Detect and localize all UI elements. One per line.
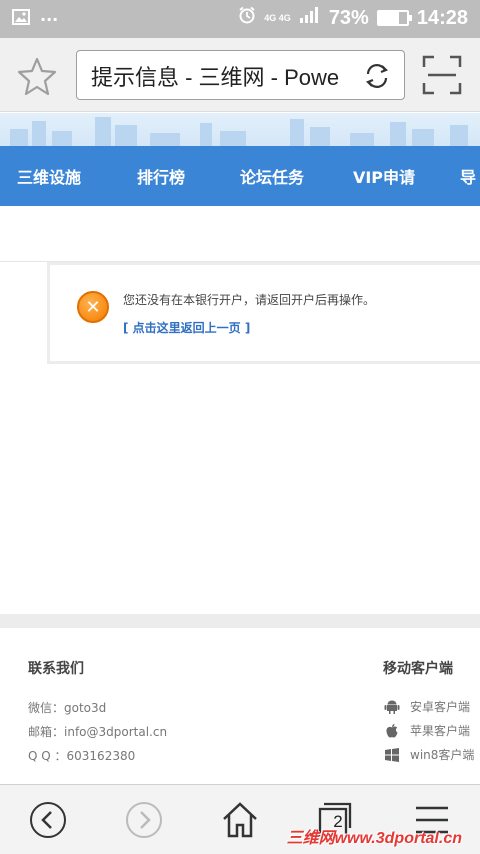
home-icon (223, 802, 257, 838)
apple-icon (384, 723, 400, 739)
status-bar: ··· 4G 4G 73% 14:28 (0, 0, 480, 38)
more-notifications-icon: ··· (40, 9, 59, 29)
mobile-client-heading: 移动客户端 (383, 661, 453, 677)
android-client-label: 安卓客户端 (410, 700, 471, 714)
forward-arrow-icon (126, 802, 162, 838)
main-nav: 三维设施 排行榜 论坛任务 VIP申请 导 (0, 146, 480, 206)
nav-item-rankings[interactable]: 排行榜 (98, 164, 224, 188)
android-icon (384, 699, 400, 715)
forward-button[interactable] (123, 799, 165, 841)
windows-client-label: win8客户端 (410, 748, 475, 762)
nav-item-vip-apply[interactable]: VIP申请 (320, 164, 448, 188)
contact-email[interactable]: 邮箱：info@3dportal.cn (28, 723, 167, 740)
address-bar[interactable]: 提示信息 - 三维网 - Powe (76, 50, 405, 100)
contact-heading: 联系我们 (28, 661, 84, 677)
home-button[interactable] (219, 799, 261, 841)
skyline-decoration (10, 117, 468, 146)
battery-percent: 73% (328, 6, 369, 29)
warning-close-icon: ✕ (77, 291, 109, 323)
back-button[interactable] (27, 799, 69, 841)
footer-divider (0, 614, 480, 628)
nav-item-facilities[interactable]: 三维设施 (0, 164, 98, 188)
battery-icon (376, 10, 412, 26)
site-footer: 联系我们 微信：goto3d 邮箱：info@3dportal.cn Q Q ：… (0, 628, 480, 784)
apple-client-link[interactable]: 苹果客户端 (384, 722, 470, 739)
back-arrow-icon (30, 802, 66, 838)
site-watermark: 三维网www.3dportal.cn (286, 830, 462, 847)
bookmark-star-icon[interactable] (16, 55, 58, 97)
windows-icon (384, 747, 400, 763)
image-notification-icon (12, 9, 30, 29)
clock: 14:28 (416, 6, 468, 29)
nav-item-forum-tasks[interactable]: 论坛任务 (224, 164, 320, 188)
apple-client-label: 苹果客户端 (410, 724, 471, 738)
browser-bottom-bar: 2 三维网www.3dportal.cn (0, 784, 480, 854)
scan-qr-icon[interactable] (422, 55, 462, 95)
signal-icon (299, 6, 321, 30)
contact-wechat: 微信：goto3d (28, 701, 107, 715)
site-banner (0, 113, 480, 146)
reload-icon[interactable] (362, 61, 392, 91)
alert-message-text: 您还没有在本银行开户，请返回开户后再操作。 (123, 293, 376, 307)
browser-toolbar: 提示信息 - 三维网 - Powe (0, 38, 480, 112)
subnav-area (0, 206, 480, 262)
page-title: 提示信息 - 三维网 - Powe (91, 65, 340, 90)
contact-qq: Q Q ：603162380 (28, 749, 136, 763)
android-client-link[interactable]: 安卓客户端 (384, 698, 470, 715)
windows-client-link[interactable]: win8客户端 (384, 746, 474, 763)
alarm-icon (238, 6, 256, 30)
nav-item-more[interactable]: 导 (448, 164, 480, 188)
alert-message-box: ✕ 您还没有在本银行开户，请返回开户后再操作。 [ 点击这里返回上一页 ] (47, 262, 480, 364)
network-type-label: 4G 4G (264, 13, 291, 23)
go-back-link[interactable]: [ 点击这里返回上一页 ] (123, 319, 250, 336)
